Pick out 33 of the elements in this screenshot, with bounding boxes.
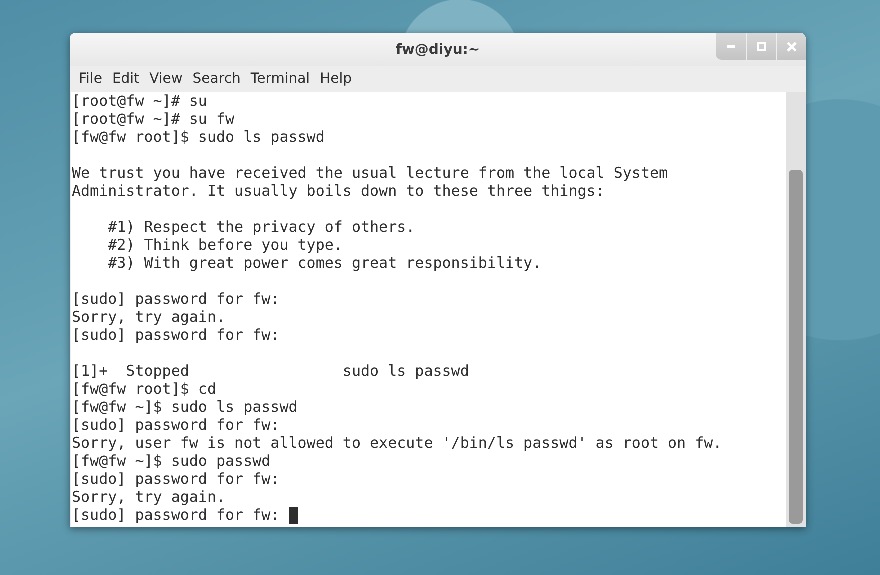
scrollbar-thumb[interactable]	[789, 170, 803, 524]
window-title: fw@diyu:~	[396, 42, 480, 58]
terminal-line: We trust you have received the usual lecture from the local System	[72, 164, 668, 182]
terminal-line: Administrator. It usually boils down to these three things:	[72, 182, 605, 200]
terminal-line: [sudo] password for fw:	[72, 470, 280, 488]
terminal-line: Sorry, try again.	[72, 488, 226, 506]
scrollbar[interactable]	[786, 92, 806, 527]
menu-item[interactable]: Terminal	[246, 71, 316, 87]
text-cursor	[288, 506, 298, 524]
terminal-line: [fw@fw root]$ cd	[72, 380, 216, 398]
close-icon	[786, 42, 796, 52]
terminal-line: [root@fw ~]# su	[72, 92, 208, 110]
menu-item[interactable]: Edit	[107, 71, 145, 87]
terminal-line: [sudo] password for fw:	[72, 506, 281, 524]
terminal-line: #1) Respect the privacy of others.	[107, 218, 416, 236]
menu-item[interactable]: Search	[188, 71, 246, 87]
terminal-line: [1]+ Stopped sudo ls passwd	[72, 362, 470, 380]
minimize-icon	[727, 45, 735, 48]
maximize-icon	[757, 42, 766, 51]
terminal-line: Sorry, try again.	[72, 308, 226, 326]
terminal-line: [root@fw ~]# su fw	[72, 110, 235, 128]
terminal-line: #3) With great power comes great responsibility.	[107, 254, 542, 272]
menu-item[interactable]: View	[144, 71, 188, 87]
terminal-line: [fw@fw ~]$ sudo ls passwd	[72, 398, 298, 416]
terminal-line: [fw@fw root]$ sudo ls passwd	[72, 128, 325, 146]
terminal-line: [sudo] password for fw:	[72, 326, 280, 344]
menu-item[interactable]: File	[74, 71, 108, 87]
menu-item[interactable]: Help	[315, 71, 357, 87]
terminal-line: Sorry, user fw is not allowed to execute '/bin/ls passwd' as root on fw.	[72, 434, 722, 452]
terminal-line: #2) Think before you type.	[107, 236, 343, 254]
terminal-line: [sudo] password for fw:	[72, 290, 280, 308]
terminal-line: [sudo] password for fw:	[72, 416, 280, 434]
terminal-line: [fw@fw ~]$ sudo passwd	[72, 452, 271, 470]
